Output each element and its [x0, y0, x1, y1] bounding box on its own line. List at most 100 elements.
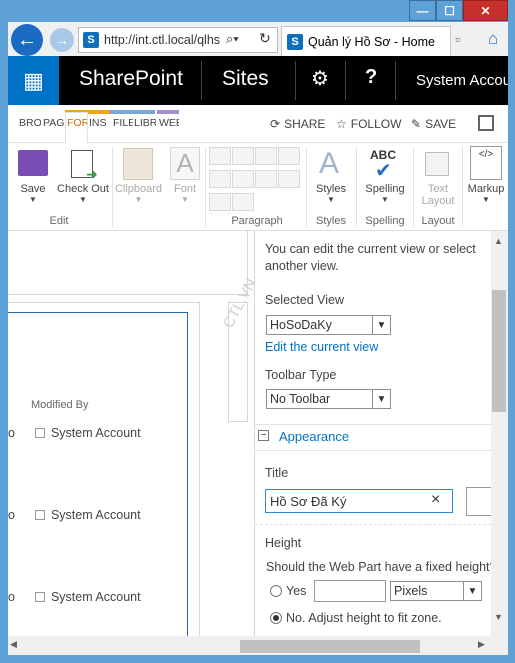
spelling-button[interactable]: Spelling: [359, 183, 411, 195]
tab-library[interactable]: LIBR: [134, 117, 156, 129]
scroll-up-icon[interactable]: ▲: [494, 236, 503, 246]
toolbar-type-label: Toolbar Type: [265, 368, 337, 382]
text-layout-button-line2[interactable]: Layout: [416, 195, 460, 207]
settings-gear-icon[interactable]: ⚙: [311, 66, 329, 91]
close-window-button[interactable]: ✕: [463, 0, 508, 21]
appearance-section-header[interactable]: Appearance: [279, 428, 349, 445]
tab-format-text[interactable]: FOR: [67, 117, 87, 129]
collapse-toggle-icon[interactable]: −: [258, 430, 269, 441]
section-divider: [255, 424, 491, 425]
focus-content-icon[interactable]: [478, 115, 494, 131]
minimize-button[interactable]: —: [409, 0, 436, 21]
horizontal-scroll-thumb[interactable]: [240, 640, 420, 653]
sharepoint-favicon-icon: S: [83, 32, 99, 48]
bullets-icon[interactable]: [209, 147, 231, 165]
follow-button[interactable]: ☆ FOLLOW: [336, 117, 401, 131]
group-separator: [413, 147, 414, 227]
modified-by-value[interactable]: System Account: [51, 426, 141, 440]
forward-button[interactable]: →: [50, 28, 74, 52]
height-no-radio[interactable]: [270, 612, 282, 624]
group-spelling: Spelling: [365, 215, 405, 227]
markup-dropdown-icon[interactable]: ▼: [464, 195, 508, 204]
group-separator: [356, 147, 357, 227]
list-item: o System Account: [8, 426, 141, 440]
suite-separator: [345, 61, 346, 100]
sites-link[interactable]: Sites: [222, 67, 269, 91]
help-icon[interactable]: ?: [365, 66, 377, 89]
title-input[interactable]: Hồ Sơ Đã Ký: [265, 489, 453, 513]
text-layout-button[interactable]: Text: [416, 183, 460, 195]
tab-page[interactable]: PAG: [43, 117, 65, 129]
clipboard-button[interactable]: Clipboard: [113, 183, 164, 195]
clipboard-icon: [123, 148, 153, 180]
scroll-right-icon[interactable]: ▶: [478, 639, 485, 650]
align-right-icon[interactable]: [255, 170, 277, 188]
list-item: o System Account: [8, 590, 141, 604]
ltr-icon[interactable]: [209, 193, 231, 211]
modified-by-value[interactable]: System Account: [51, 508, 141, 522]
user-menu[interactable]: System Account: [416, 72, 508, 89]
share-button[interactable]: ⟳ SHARE: [270, 117, 325, 131]
refresh-icon[interactable]: ↻: [259, 30, 271, 47]
sharepoint-tab-icon: S: [287, 33, 303, 50]
selected-webpart[interactable]: [8, 312, 188, 636]
group-separator: [205, 147, 206, 227]
modified-by-value[interactable]: System Account: [51, 590, 141, 604]
indent-icon[interactable]: [278, 147, 300, 165]
search-icon[interactable]: ⌕▾: [226, 31, 239, 47]
height-units-dropdown[interactable]: Pixels ▼: [390, 581, 482, 601]
app-launcher-icon[interactable]: ▦: [8, 56, 59, 105]
clipboard-dropdown-icon[interactable]: ▼: [113, 195, 164, 204]
edit-current-view-link[interactable]: Edit the current view: [265, 339, 378, 356]
outdent-icon[interactable]: [255, 147, 277, 165]
justify-icon[interactable]: [278, 170, 300, 188]
save-floppy-icon: [18, 150, 48, 176]
checkout-button[interactable]: Check Out: [55, 183, 111, 195]
home-icon[interactable]: ⌂: [488, 29, 498, 49]
tab-insert[interactable]: INS: [89, 117, 109, 129]
clear-icon[interactable]: ×: [431, 491, 440, 509]
save-dropdown-icon[interactable]: ▼: [14, 195, 52, 204]
group-edit: Edit: [49, 215, 69, 227]
rtl-icon[interactable]: [232, 193, 254, 211]
item-checkbox[interactable]: [34, 592, 45, 602]
maximize-button[interactable]: ☐: [436, 0, 463, 21]
height-yes-radio[interactable]: [270, 585, 282, 597]
tab-web-part[interactable]: WEB: [159, 117, 179, 129]
numbering-icon[interactable]: [232, 147, 254, 165]
chevron-down-icon: ▼: [463, 582, 481, 600]
font-dropdown-icon[interactable]: ▼: [166, 195, 204, 204]
vertical-scroll-thumb[interactable]: [492, 290, 506, 412]
address-bar[interactable]: S http://int.ctl.local/qlhs: [78, 27, 278, 53]
item-checkbox[interactable]: [34, 510, 45, 520]
adjacent-input[interactable]: [466, 487, 491, 516]
column-header-modified-by[interactable]: Modified By: [31, 399, 88, 411]
toolbar-type-dropdown[interactable]: No Toolbar ▼: [266, 389, 391, 409]
suite-separator: [295, 61, 296, 100]
back-button[interactable]: ←: [11, 24, 43, 56]
save-button[interactable]: Save: [14, 183, 52, 195]
styles-dropdown-icon[interactable]: ▼: [311, 195, 351, 204]
tab-browse[interactable]: BRO: [19, 117, 41, 129]
tab-files[interactable]: FILE: [113, 117, 133, 129]
browser-tab[interactable]: S Quản lý Hồ Sơ - Home: [281, 26, 451, 56]
markup-icon: </>: [470, 146, 502, 180]
item-checkbox[interactable]: [34, 428, 45, 438]
scroll-down-icon[interactable]: ▼: [494, 612, 503, 622]
height-value-input[interactable]: [314, 580, 386, 602]
checkout-dropdown-icon[interactable]: ▼: [55, 195, 111, 204]
markup-button[interactable]: Markup: [464, 183, 508, 195]
font-button[interactable]: Font: [166, 183, 204, 195]
scroll-left-icon[interactable]: ◀: [10, 639, 17, 650]
save-page-button[interactable]: ✎ SAVE: [411, 117, 456, 131]
title-label: Title: [265, 466, 289, 480]
selected-view-dropdown[interactable]: HoSoDaKy ▼: [266, 315, 391, 335]
align-left-icon[interactable]: [209, 170, 231, 188]
sharepoint-brand[interactable]: SharePoint: [79, 67, 183, 91]
context-tab-accent: [157, 110, 179, 114]
styles-button[interactable]: Styles: [311, 183, 351, 195]
new-tab-button[interactable]: ▫: [455, 31, 460, 47]
checkout-arrow-icon: ➜: [86, 166, 98, 182]
align-center-icon[interactable]: [232, 170, 254, 188]
spelling-dropdown-icon[interactable]: ▼: [359, 195, 411, 204]
